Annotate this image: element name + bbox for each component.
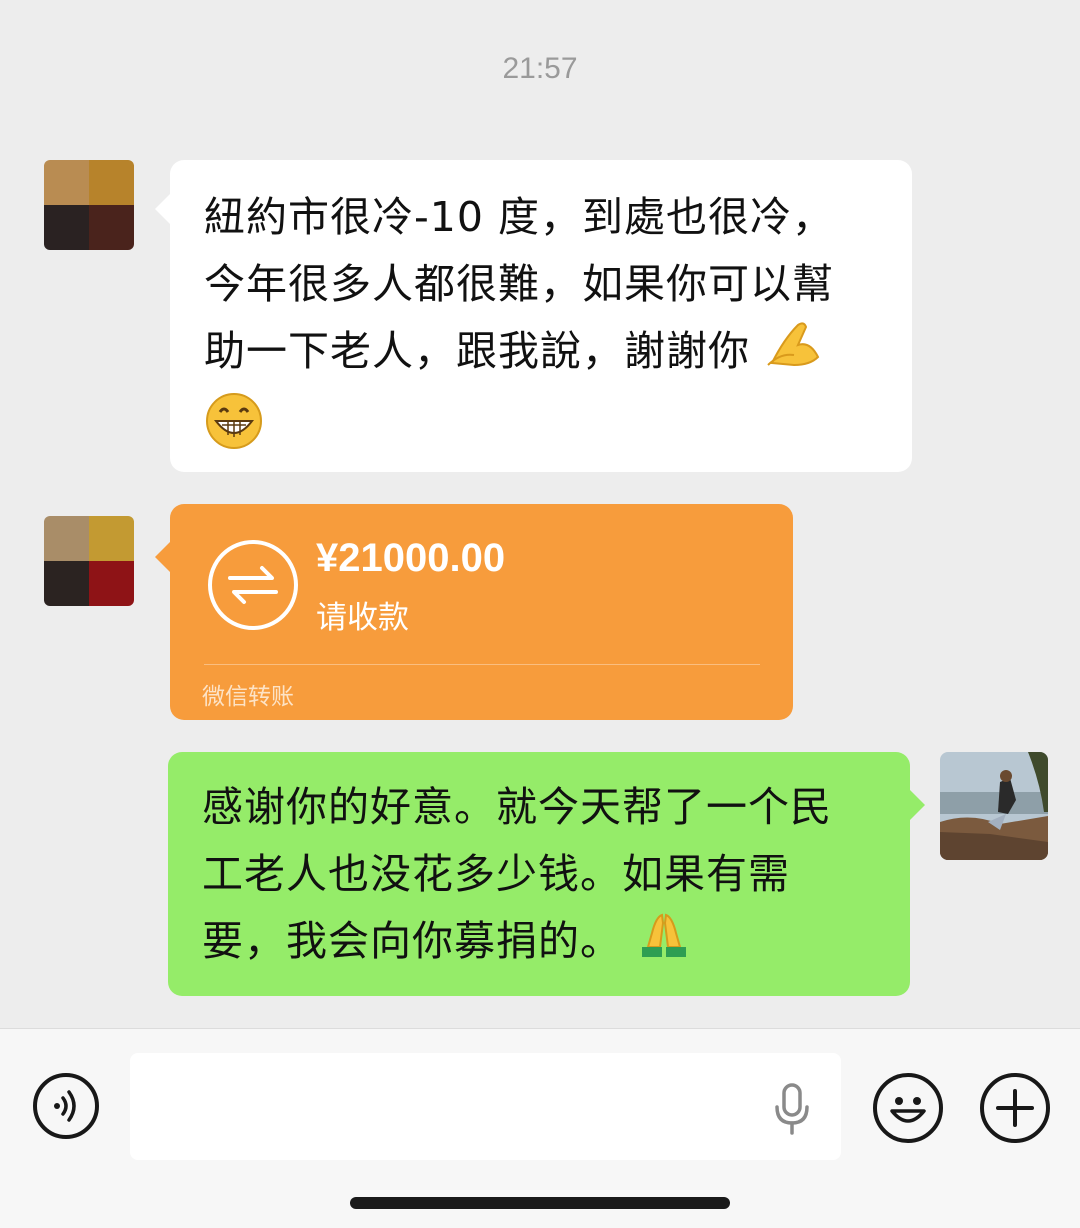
- outgoing-message-bubble[interactable]: 感谢你的好意。就今天帮了一个民 工老人也没花多少钱。如果有需 要，我会向你募捐的…: [168, 752, 925, 996]
- grinning-face-emoji-icon: [204, 391, 834, 455]
- message-line: 感谢你的好意。就今天帮了一个民: [202, 783, 832, 831]
- transfer-arrows-icon: [206, 538, 300, 636]
- message-line: 要，我会向你募捐的。: [202, 908, 832, 979]
- transfer-amount: ¥21000.00: [316, 536, 506, 580]
- timestamp: 21:57: [502, 52, 578, 85]
- microphone-icon[interactable]: [772, 1083, 812, 1139]
- own-avatar[interactable]: [940, 752, 1048, 860]
- contact-avatar[interactable]: [44, 160, 134, 250]
- contact-avatar[interactable]: [44, 516, 134, 606]
- folded-hands-emoji-icon: [636, 909, 692, 979]
- voice-icon[interactable]: [33, 1073, 99, 1139]
- plus-icon[interactable]: [980, 1073, 1050, 1143]
- transfer-footer: 微信转账: [202, 684, 294, 710]
- message-input[interactable]: [130, 1053, 841, 1160]
- transfer-card[interactable]: ¥21000.00 请收款 微信转账: [155, 504, 793, 720]
- pinched-hands-emoji-icon: [764, 319, 822, 389]
- emoji-icon[interactable]: [873, 1073, 943, 1143]
- transfer-divider: [204, 664, 760, 665]
- message-line: 工老人也没花多少钱。如果有需: [202, 850, 790, 898]
- message-line: 今年很多人都很難，如果你可以幫: [204, 260, 834, 308]
- message-line: 紐約市很冷-10 度，到處也很冷，: [204, 193, 834, 241]
- home-indicator[interactable]: [350, 1197, 730, 1209]
- transfer-status: 请收款: [316, 600, 409, 636]
- input-bar: [0, 1028, 1080, 1228]
- incoming-message-bubble[interactable]: 紐約市很冷-10 度，到處也很冷， 今年很多人都很難，如果你可以幫 助一下老人，…: [155, 160, 912, 472]
- message-line: 助一下老人，跟我說，謝謝你: [204, 318, 834, 389]
